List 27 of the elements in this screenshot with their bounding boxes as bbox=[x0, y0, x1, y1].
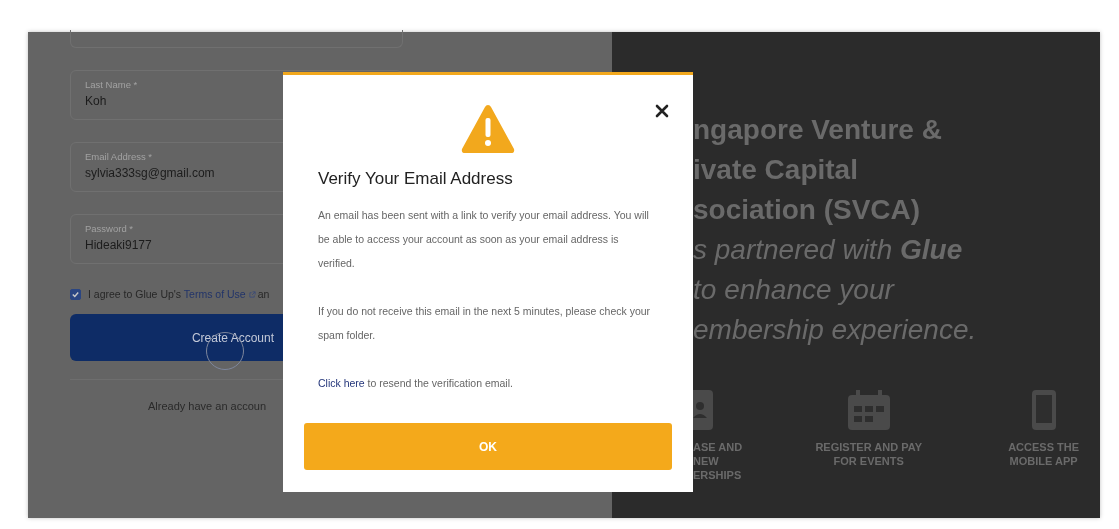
tagline-text: s partnered with Glue bbox=[693, 233, 964, 267]
field-label: Password * bbox=[85, 223, 134, 234]
person-card-icon bbox=[693, 390, 713, 430]
tagline-text: to enhance your bbox=[693, 273, 896, 307]
terms-text: I agree to Glue Up's Terms of Use an bbox=[88, 288, 270, 300]
field-value: Hideaki9177 bbox=[85, 238, 152, 252]
field-value: sylvia333sg@gmail.com bbox=[85, 166, 215, 180]
phone-icon bbox=[1031, 390, 1056, 430]
terms-link[interactable]: Terms of Use bbox=[183, 288, 246, 300]
feature-label: ACCESS THE MOBILE APP bbox=[1008, 440, 1080, 468]
checkbox[interactable] bbox=[70, 288, 81, 300]
field-value: Koh bbox=[85, 94, 107, 108]
feature-label: ASE AND NEW ERSHIPS bbox=[693, 440, 743, 482]
resend-link[interactable]: Click here bbox=[318, 377, 365, 389]
headline-text: sociation (SVCA) bbox=[693, 193, 922, 227]
feature-label: REGISTER AND PAY FOR EVENTS bbox=[815, 440, 922, 468]
external-link-icon bbox=[248, 291, 256, 298]
calendar-icon bbox=[847, 390, 890, 430]
field-label: Last Name * bbox=[85, 79, 138, 90]
close-icon[interactable] bbox=[655, 104, 669, 118]
resend-text: Click here to resend the verification email. bbox=[318, 376, 514, 391]
ok-button[interactable]: OK bbox=[304, 423, 672, 470]
warning-icon bbox=[461, 103, 515, 155]
tagline-text: embership experience. bbox=[693, 313, 978, 347]
headline-text: ivate Capital bbox=[693, 153, 859, 187]
headline-text: ngapore Venture & bbox=[693, 113, 943, 147]
dialog-message: If you do not receive this email in the next 5 minutes, please check your spam folder. bbox=[318, 304, 652, 343]
